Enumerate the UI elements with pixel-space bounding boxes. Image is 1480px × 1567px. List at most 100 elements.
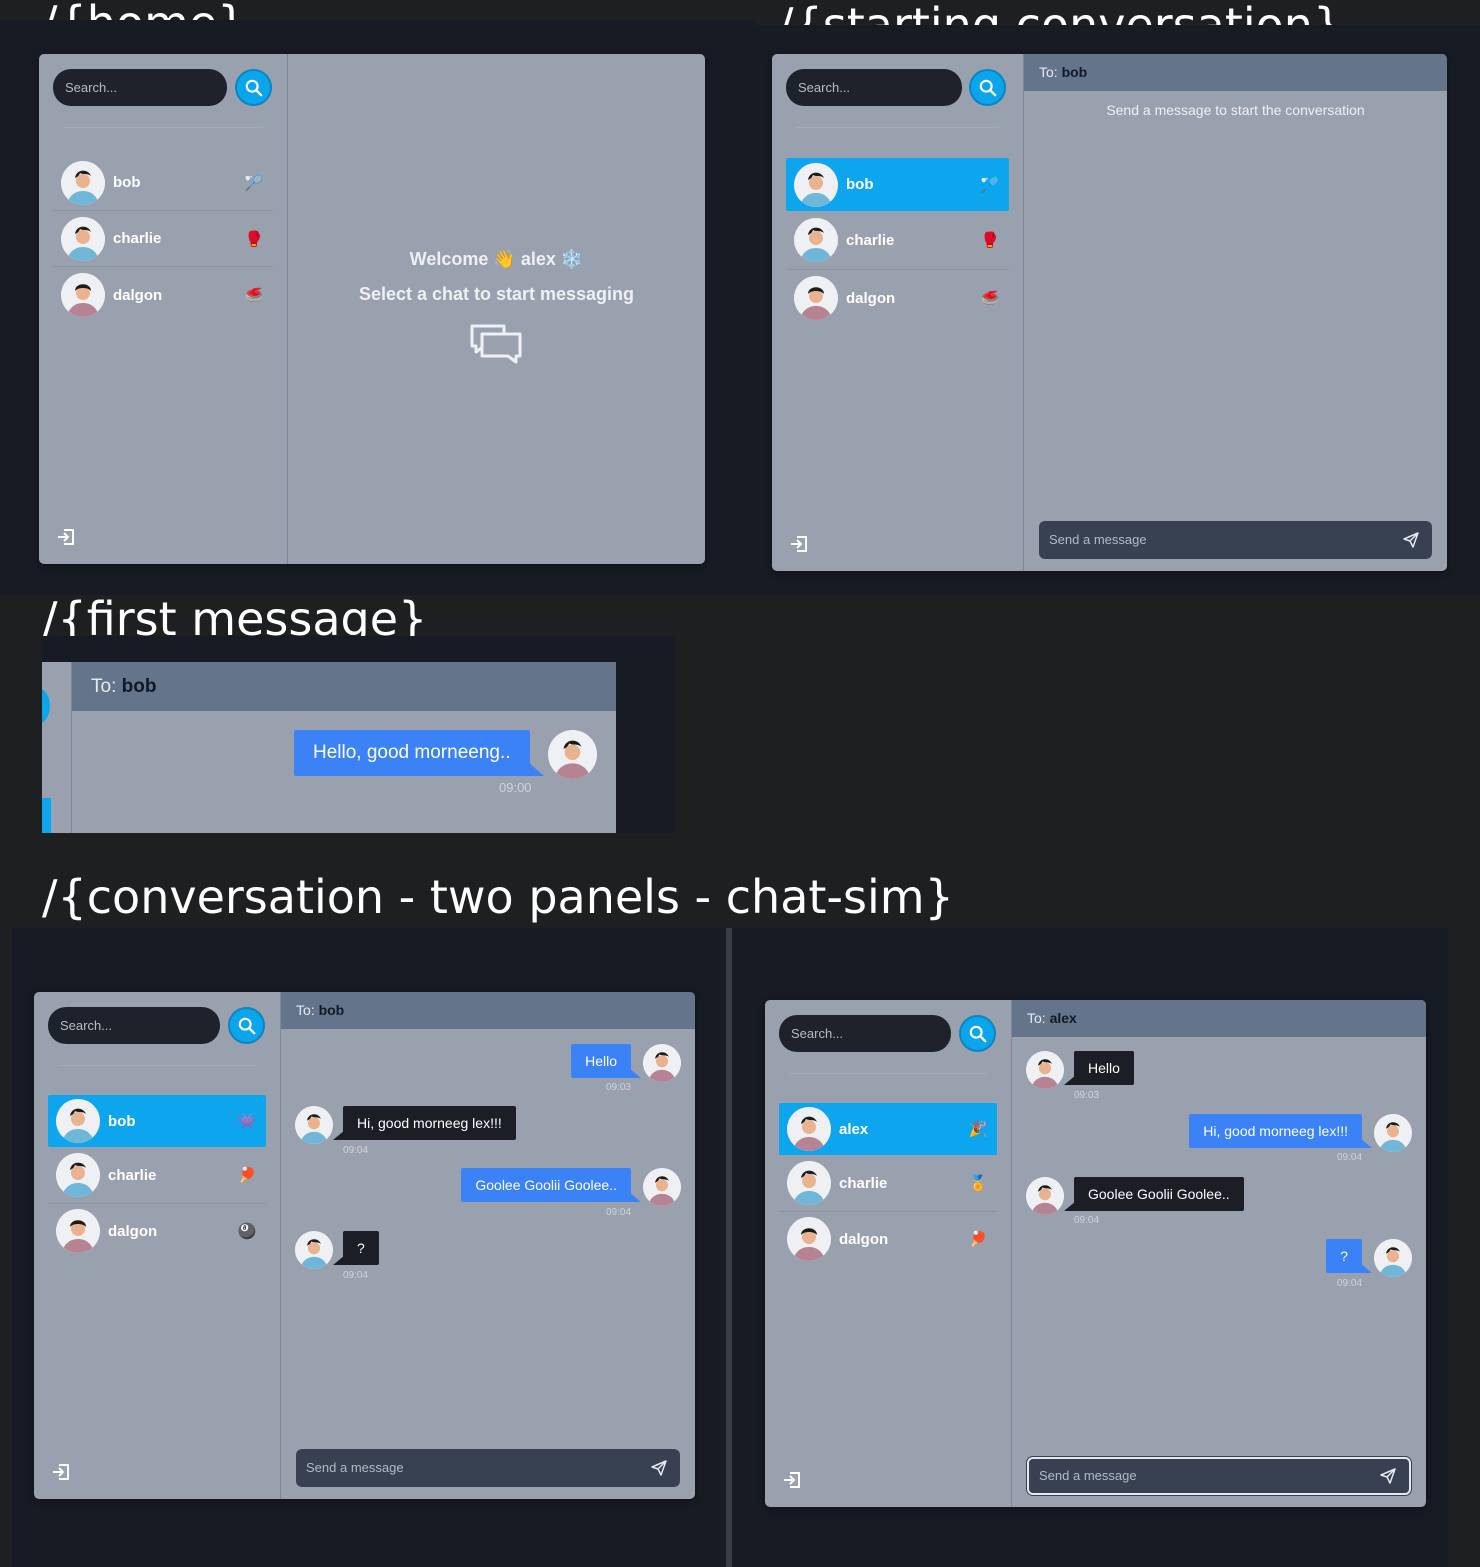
send-icon[interactable] (1402, 531, 1420, 549)
search-button[interactable] (235, 69, 272, 106)
sidebar-divider (789, 1073, 987, 1074)
active-contact-partial (42, 798, 51, 833)
to-name: bob (318, 1002, 345, 1018)
avatar (1026, 1051, 1064, 1089)
message-input[interactable]: Send a message (1039, 521, 1432, 559)
contact-item-active[interactable]: alex 🎉 (779, 1103, 997, 1155)
avatar (643, 1168, 681, 1206)
contact-name: charlie (839, 1174, 888, 1192)
send-icon[interactable] (1379, 1467, 1397, 1485)
contact-name: bob (846, 176, 874, 193)
contact-item[interactable]: dalgon 🏓 (779, 1212, 997, 1266)
avatar (787, 1161, 831, 1205)
avatar (1374, 1239, 1412, 1277)
contact-item[interactable]: dalgon 🎱 (48, 1204, 266, 1258)
contact-emoji: 🏅 (968, 1175, 988, 1192)
contact-emoji: 🏸 (980, 176, 1000, 194)
message-bubble-incoming: ? (333, 1231, 379, 1265)
contact-item[interactable]: charlie 🏅 (779, 1155, 997, 1212)
chat-header: To: alex (1012, 1000, 1426, 1037)
home-app: Search... bob 🏸 charlie 🥊 dalgon 🥌 Welco… (39, 54, 705, 564)
send-icon[interactable] (650, 1459, 668, 1477)
logout-icon[interactable] (50, 1461, 72, 1483)
avatar (295, 1231, 333, 1269)
to-name: bob (121, 676, 157, 697)
contact-item[interactable]: charlie 🥊 (786, 211, 1009, 270)
avatar (1026, 1177, 1064, 1215)
contact-item[interactable]: bob 🏸 (53, 155, 273, 211)
search-icon (238, 1017, 255, 1034)
contact-item[interactable]: charlie 🥊 (53, 211, 273, 267)
message-time: 09:04 (1337, 1278, 1363, 1289)
chat-area: To: bob Send a message to start the conv… (1024, 54, 1447, 571)
avatar (787, 1217, 831, 1261)
search-button[interactable] (969, 69, 1006, 106)
contact-emoji: 🥊 (980, 232, 1000, 249)
search-button[interactable] (228, 1007, 265, 1044)
search-button[interactable] (959, 1015, 996, 1052)
contact-list: bob 🏸 charlie 🥊 dalgon 🥌 (786, 158, 1009, 326)
contact-name: charlie (113, 230, 162, 247)
welcome-label: Welcome (409, 249, 489, 269)
contact-list: alex 🎉 charlie 🏅 dalgon 🏓 (779, 1103, 997, 1266)
contact-item[interactable]: dalgon 🥌 (53, 267, 273, 323)
chat-area: To: alex Hello 09:03 Hi, good morneeg le… (1012, 1000, 1426, 1507)
contact-name: alex (839, 1120, 869, 1138)
logout-icon[interactable] (55, 526, 77, 548)
contact-list: bob 🏸 charlie 🥊 dalgon 🥌 (53, 155, 273, 323)
message-placeholder: Send a message (306, 1460, 404, 1475)
logout-icon[interactable] (781, 1469, 803, 1491)
avatar (794, 162, 838, 207)
message-input[interactable]: Send a message (296, 1449, 680, 1487)
avatar (56, 1099, 100, 1143)
message-time: 09:04 (1337, 1152, 1363, 1163)
search-input[interactable]: Search... (786, 69, 962, 106)
avatar (1374, 1114, 1412, 1152)
wave-emoji: 👋 (493, 249, 516, 269)
to-label: To: (296, 1002, 315, 1018)
search-row: Search... (48, 1007, 266, 1044)
message-time: 09:00 (499, 780, 532, 795)
contact-name: bob (113, 174, 141, 191)
search-input[interactable]: Search... (53, 69, 227, 106)
message-bubble-outgoing: Hello (571, 1044, 641, 1078)
section-title-conversation: /{conversation - two panels - chat-sim} (42, 870, 954, 924)
contact-item-active[interactable]: bob 👾 (48, 1095, 266, 1147)
message-bubble-incoming: Hi, good morneeg lex!!! (333, 1106, 516, 1140)
message-time: 09:04 (606, 1207, 632, 1218)
welcome-subtitle: Select a chat to start messaging (358, 284, 635, 304)
contact-item[interactable]: charlie 🏓 (48, 1147, 266, 1204)
avatar (56, 1209, 100, 1253)
message-time: 09:04 (343, 1145, 369, 1156)
search-input[interactable]: Search... (779, 1015, 951, 1052)
message-row-outgoing: Goolee Goolii Goolee.. (461, 1168, 681, 1206)
search-icon (245, 79, 262, 96)
sidebar: Search... alex 🎉 charlie 🏅 dalgon 🏓 (765, 1000, 1012, 1507)
message-bubble-outgoing: Hello, good morneeng.. (294, 730, 544, 776)
chat-header: To: bob (72, 662, 616, 711)
search-input[interactable]: Search... (48, 1007, 220, 1044)
to-name: bob (1061, 64, 1088, 80)
contact-name: dalgon (113, 286, 163, 304)
sidebar-divider (796, 127, 999, 128)
contact-item-active[interactable]: bob 🏸 (786, 158, 1009, 211)
panel-right-app: Search... alex 🎉 charlie 🏅 dalgon 🏓 To: … (765, 1000, 1426, 1507)
search-row: Search... (779, 1015, 997, 1052)
contact-emoji: 🎉 (968, 1121, 988, 1138)
message-input[interactable]: Send a message (1027, 1457, 1411, 1495)
search-row: Search... (786, 69, 1009, 106)
message-time: 09:03 (1074, 1090, 1100, 1101)
starting-app: Search... bob 🏸 charlie 🥊 dalgon 🥌 To: b… (772, 54, 1447, 571)
logout-icon[interactable] (788, 533, 810, 555)
message-bubble-outgoing: ? (1326, 1239, 1372, 1273)
message-placeholder: Send a message (1039, 1468, 1137, 1483)
chat-header: To: bob (281, 992, 695, 1029)
contact-item[interactable]: dalgon 🥌 (786, 270, 1009, 326)
contact-emoji: 🎱 (237, 1223, 257, 1240)
to-label: To: (91, 676, 117, 697)
panel-left-app: Search... bob 👾 charlie 🏓 dalgon 🎱 To: b… (34, 992, 695, 1499)
avatar (61, 273, 105, 317)
first-message-crop: To: bob Hello, good morneeng.. 09:00 (42, 662, 616, 833)
message-bubble-incoming: Goolee Goolii Goolee.. (1064, 1177, 1244, 1211)
message-row-outgoing: Hi, good morneeg lex!!! (1189, 1114, 1412, 1152)
